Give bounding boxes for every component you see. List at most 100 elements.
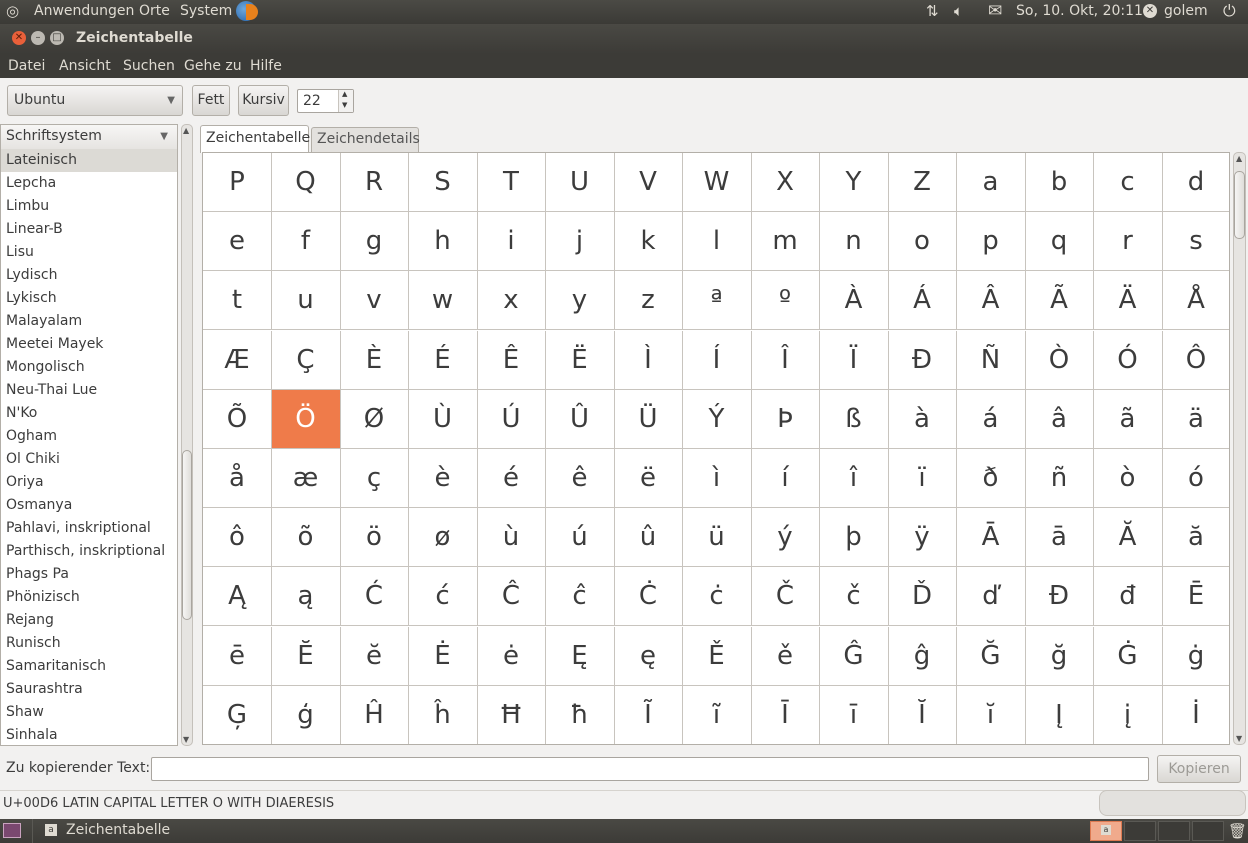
character-cell[interactable]: Ý [682, 389, 752, 449]
character-cell[interactable]: ß [819, 389, 889, 449]
workspace-2[interactable] [1124, 821, 1156, 841]
character-cell[interactable]: w [408, 271, 478, 331]
character-cell[interactable]: õ [271, 508, 341, 568]
character-cell[interactable]: Ö [271, 389, 341, 449]
user-name[interactable]: golem [1164, 3, 1208, 19]
character-cell[interactable]: P [203, 153, 272, 212]
character-cell[interactable]: Đ [1025, 567, 1094, 627]
volume-icon[interactable]: 🔈︎ [954, 2, 963, 20]
character-cell[interactable]: Ĩ [614, 685, 683, 744]
character-cell[interactable]: e [203, 212, 272, 272]
character-cell[interactable]: ô [203, 508, 272, 568]
font-size-spinner[interactable]: 22 ▲ ▼ [297, 89, 354, 113]
character-cell[interactable]: ì [682, 449, 752, 508]
character-cell[interactable]: Ě [682, 626, 752, 686]
script-item[interactable]: Phönizisch [1, 586, 177, 609]
character-cell[interactable]: æ [271, 449, 341, 508]
script-item[interactable]: Parthisch, inskriptional [1, 540, 177, 563]
menu-system[interactable]: System [180, 3, 232, 19]
character-cell[interactable]: â [1025, 389, 1094, 449]
character-cell[interactable]: ġ [1162, 627, 1229, 686]
firefox-icon[interactable] [236, 1, 258, 21]
script-item[interactable]: Linear-B [1, 218, 177, 241]
character-cell[interactable]: Ó [1093, 330, 1163, 390]
character-cell[interactable]: d [1162, 153, 1229, 212]
menu-applications[interactable]: Anwendungen [34, 3, 134, 19]
character-cell[interactable]: û [614, 508, 683, 568]
character-cell[interactable]: Æ [203, 330, 272, 390]
character-cell[interactable]: ĕ [340, 626, 409, 686]
script-item[interactable]: Lateinisch [1, 149, 177, 172]
italic-toggle[interactable]: Kursiv [238, 85, 289, 116]
character-cell[interactable]: Þ [751, 389, 820, 449]
character-cell[interactable]: t [203, 271, 272, 331]
character-cell[interactable]: ħ [545, 685, 615, 744]
character-cell[interactable]: V [614, 153, 683, 212]
character-cell[interactable]: Â [956, 271, 1026, 331]
character-cell[interactable]: đ [1093, 567, 1163, 627]
character-cell[interactable]: g [340, 212, 409, 272]
window-titlebar[interactable]: ✕ – □ Zeichentabelle [0, 24, 1248, 54]
character-cell[interactable]: ý [751, 508, 820, 568]
character-cell[interactable]: Ĉ [477, 567, 546, 627]
character-cell[interactable]: Ć [340, 567, 409, 627]
character-cell[interactable]: U [545, 153, 615, 212]
script-item[interactable]: N'Ko [1, 402, 177, 425]
menu-gehe-zu[interactable]: Gehe zu [184, 58, 242, 74]
ubuntu-logo-icon[interactable]: ◎ [6, 2, 19, 20]
character-cell[interactable]: Ê [477, 330, 546, 390]
tab-zeichendetails[interactable]: Zeichendetails [311, 127, 420, 152]
character-cell[interactable]: ď [956, 567, 1026, 627]
character-cell[interactable]: Ü [614, 389, 683, 449]
character-cell[interactable]: Ė [408, 626, 478, 686]
script-item[interactable]: Neu-Thai Lue [1, 379, 177, 402]
workspace-4[interactable] [1192, 821, 1224, 841]
character-cell[interactable]: ª [682, 271, 752, 331]
character-cell[interactable]: i [477, 212, 546, 272]
spin-up-icon[interactable]: ▲ [342, 90, 347, 98]
character-cell[interactable]: v [340, 271, 409, 331]
script-item[interactable]: Shaw [1, 701, 177, 724]
grid-scroll-thumb[interactable] [1234, 171, 1245, 239]
script-item[interactable]: Phags Pa [1, 563, 177, 586]
character-cell[interactable]: Ę [545, 626, 615, 686]
character-cell[interactable]: Ç [271, 330, 341, 390]
character-cell[interactable]: Ĝ [819, 626, 889, 686]
character-cell[interactable]: ī [819, 685, 889, 744]
script-list-header[interactable]: Schriftsystem ▼ [1, 125, 177, 150]
character-cell[interactable]: Z [888, 153, 957, 212]
script-item[interactable]: Osmanya [1, 494, 177, 517]
script-item[interactable]: Ogham [1, 425, 177, 448]
character-cell[interactable]: İ [1162, 686, 1229, 744]
character-cell[interactable]: ĩ [682, 685, 752, 744]
character-cell[interactable]: l [682, 212, 752, 272]
character-cell[interactable]: b [1025, 153, 1094, 212]
character-cell[interactable]: s [1162, 212, 1229, 272]
character-cell[interactable]: Ģ [203, 685, 272, 744]
character-cell[interactable]: Ð [888, 330, 957, 390]
character-cell[interactable]: Ą [203, 567, 272, 627]
script-item[interactable]: Oriya [1, 471, 177, 494]
character-cell[interactable]: ú [545, 508, 615, 568]
character-cell[interactable]: ð [956, 449, 1026, 508]
sidebar-scrollbar[interactable]: ▲ ▼ [181, 124, 193, 746]
workspace-1[interactable]: a [1090, 821, 1122, 841]
character-cell[interactable]: o [888, 212, 957, 272]
character-cell[interactable]: ø [408, 508, 478, 568]
character-cell[interactable]: f [271, 212, 341, 272]
character-cell[interactable]: å [203, 449, 272, 508]
character-cell[interactable]: Ġ [1093, 626, 1163, 686]
character-cell[interactable]: Č [751, 567, 820, 627]
character-cell[interactable]: ģ [271, 685, 341, 744]
script-item[interactable]: Meetei Mayek [1, 333, 177, 356]
character-cell[interactable]: þ [819, 508, 889, 568]
character-cell[interactable]: È [340, 330, 409, 390]
character-cell[interactable]: z [614, 271, 683, 331]
script-item[interactable]: Limbu [1, 195, 177, 218]
script-item[interactable]: Lykisch [1, 287, 177, 310]
spinner-buttons[interactable]: ▲ ▼ [338, 90, 353, 112]
character-cell[interactable]: è [408, 449, 478, 508]
character-cell[interactable]: m [751, 212, 820, 272]
power-icon[interactable]: ⏻ [1223, 1, 1236, 21]
character-cell[interactable]: c [1093, 153, 1163, 212]
